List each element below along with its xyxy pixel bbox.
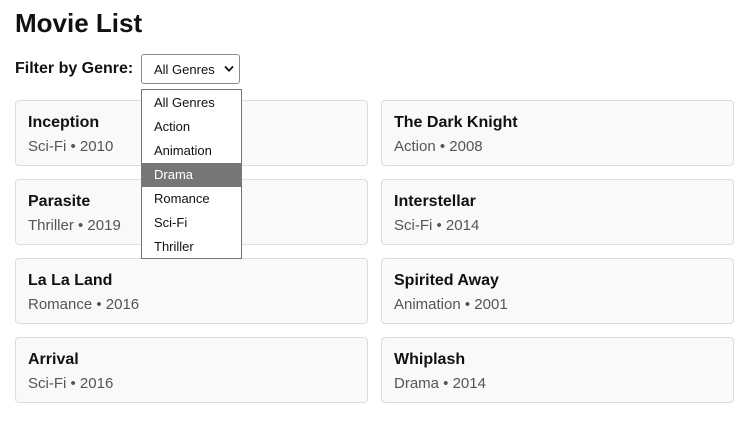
genre-option-thriller[interactable]: Thriller <box>142 235 241 259</box>
movie-title: La La Land <box>28 272 113 289</box>
movie-title: Spirited Away <box>394 272 499 289</box>
genre-option-action[interactable]: Action <box>142 115 241 139</box>
movie-title: Inception <box>28 114 100 131</box>
movie-title: Arrival <box>28 351 79 368</box>
movie-meta: Sci-Fi • 2014 <box>394 217 480 234</box>
movie-card: The Dark Knight Action • 2008 <box>381 100 734 166</box>
movie-meta: Drama • 2014 <box>394 375 486 392</box>
genre-option-drama[interactable]: Drama <box>142 163 241 187</box>
genre-dropdown-list: All Genres Action Animation Drama Romanc… <box>141 89 242 259</box>
genre-option-animation[interactable]: Animation <box>142 139 241 163</box>
genre-option-all-genres[interactable]: All Genres <box>142 91 241 115</box>
movie-card: Spirited Away Animation • 2001 <box>381 258 734 324</box>
genre-option-romance[interactable]: Romance <box>142 187 241 211</box>
movie-meta: Sci-Fi • 2010 <box>28 138 114 155</box>
movie-meta: Thriller • 2019 <box>28 217 121 234</box>
movie-meta: Action • 2008 <box>394 138 483 155</box>
movie-title: The Dark Knight <box>394 114 518 131</box>
movie-card: La La Land Romance • 2016 <box>15 258 368 324</box>
genre-select-value: All Genres <box>154 62 215 77</box>
movie-title: Parasite <box>28 193 91 210</box>
filter-label: Filter by Genre: <box>15 60 134 77</box>
genre-option-sci-fi[interactable]: Sci-Fi <box>142 211 241 235</box>
chevron-down-icon <box>224 66 234 72</box>
movie-meta: Sci-Fi • 2016 <box>28 375 114 392</box>
movie-title: Whiplash <box>394 351 466 368</box>
genre-select[interactable]: All Genres <box>141 54 240 84</box>
movie-title: Interstellar <box>394 193 476 210</box>
page-title: Movie List <box>15 8 143 38</box>
movie-meta: Animation • 2001 <box>394 296 508 313</box>
movie-meta: Romance • 2016 <box>28 296 140 313</box>
movie-card: Interstellar Sci-Fi • 2014 <box>381 179 734 245</box>
movie-card: Whiplash Drama • 2014 <box>381 337 734 403</box>
movie-card: Arrival Sci-Fi • 2016 <box>15 337 368 403</box>
